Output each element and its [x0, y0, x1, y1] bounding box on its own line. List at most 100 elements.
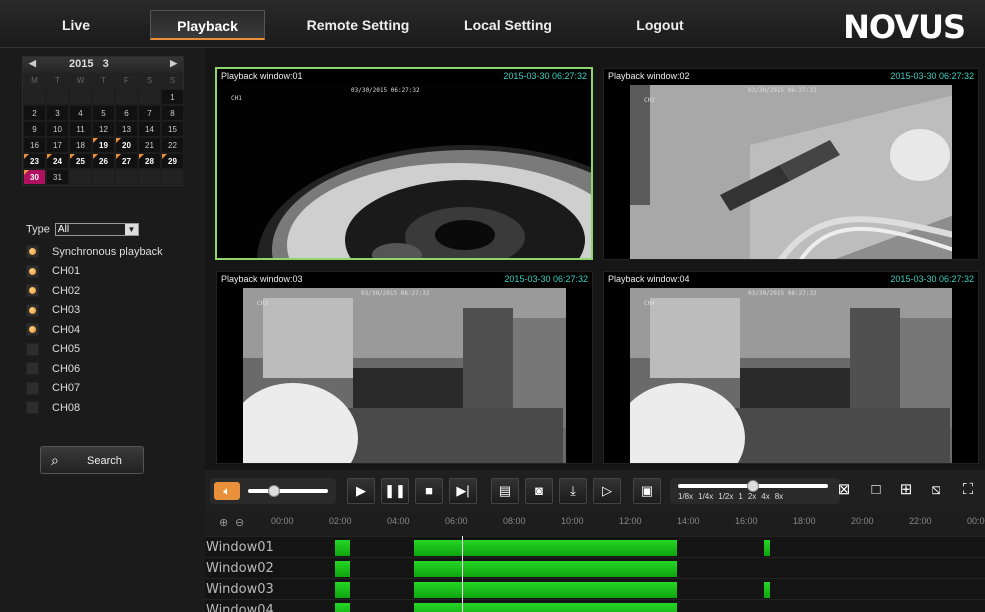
calendar-day[interactable]: 29: [161, 153, 184, 169]
playback-window-2[interactable]: Playback window:02 2015-03-30 06:27:32 0…: [603, 68, 979, 260]
tab-live[interactable]: Live: [28, 10, 124, 40]
snapshot-icon[interactable]: ◙: [525, 478, 553, 504]
calendar-day[interactable]: 21: [138, 137, 161, 153]
record-segment[interactable]: [764, 582, 771, 598]
calendar-day[interactable]: 12: [92, 121, 115, 137]
checkbox[interactable]: [26, 381, 39, 395]
channel-option[interactable]: CH08: [26, 398, 163, 418]
volume-slider-knob[interactable]: [268, 485, 281, 497]
fullscreen-icon[interactable]: ⛶: [957, 480, 979, 502]
tab-playback[interactable]: Playback: [150, 10, 265, 40]
record-segment[interactable]: [413, 540, 678, 556]
checkbox[interactable]: [26, 342, 39, 356]
calendar-day[interactable]: 19: [92, 137, 115, 153]
checkbox[interactable]: [26, 245, 39, 259]
layout-4-icon[interactable]: ⊞: [895, 480, 917, 502]
step-forward-icon[interactable]: ▶|: [449, 478, 477, 504]
calendar-day[interactable]: 3: [46, 105, 69, 121]
close-all-windows-icon[interactable]: ⊠: [833, 480, 855, 502]
speed-option[interactable]: 1/8x: [678, 492, 693, 501]
zoom-in-icon[interactable]: ⊕: [219, 516, 228, 529]
speed-option[interactable]: 1/4x: [698, 492, 713, 501]
calendar-day[interactable]: 31: [46, 169, 69, 185]
fullscreen-window-icon[interactable]: ▣: [633, 478, 661, 504]
calendar-day[interactable]: 9: [23, 121, 46, 137]
calendar-day[interactable]: 28: [138, 153, 161, 169]
volume-slider-track[interactable]: [248, 489, 328, 493]
channel-option[interactable]: CH02: [26, 281, 163, 301]
timeline[interactable]: ⊕ ⊖ 00:00 02:00 04:00 06:00 08:00 10:00 12:00 1…: [205, 510, 985, 612]
speed-option[interactable]: 1/2x: [718, 492, 733, 501]
tab-local-setting[interactable]: Local Setting: [448, 10, 568, 40]
speed-slider-knob[interactable]: [747, 480, 759, 492]
speed-option[interactable]: 1: [738, 492, 742, 501]
checkbox[interactable]: [26, 284, 39, 298]
record-segment[interactable]: [413, 561, 678, 577]
calendar-day[interactable]: 10: [46, 121, 69, 137]
calendar-day[interactable]: 8: [161, 105, 184, 121]
calendar-day[interactable]: 18: [69, 137, 92, 153]
triangle-left-icon[interactable]: ◀: [29, 58, 36, 69]
checkbox[interactable]: [26, 264, 39, 278]
calendar-day[interactable]: 16: [23, 137, 46, 153]
tab-remote-setting[interactable]: Remote Setting: [296, 10, 420, 40]
timeline-row[interactable]: Window02: [205, 557, 985, 578]
record-segment[interactable]: [335, 561, 350, 577]
checkbox[interactable]: [26, 401, 39, 415]
timeline-row[interactable]: Window04: [205, 599, 985, 612]
calendar-day[interactable]: 17: [46, 137, 69, 153]
record-segment[interactable]: [413, 582, 678, 598]
type-select[interactable]: All ▼: [54, 223, 139, 236]
timeline-row[interactable]: Window03: [205, 578, 985, 599]
calendar-day[interactable]: 24: [46, 153, 69, 169]
record-segment[interactable]: [335, 603, 350, 612]
record-segment[interactable]: [413, 603, 678, 612]
timeline-cursor[interactable]: [462, 536, 463, 612]
zoom-out-icon[interactable]: ⊖: [235, 516, 244, 529]
calendar-day[interactable]: 20: [115, 137, 138, 153]
clip-icon[interactable]: ▤: [491, 478, 519, 504]
calendar-day[interactable]: 25: [69, 153, 92, 169]
channel-option[interactable]: CH05: [26, 340, 163, 360]
sync-playback-option[interactable]: Synchronous playback: [26, 242, 163, 262]
channel-option[interactable]: CH03: [26, 301, 163, 321]
stop-icon[interactable]: ■: [415, 478, 443, 504]
play-icon[interactable]: ▶: [347, 478, 375, 504]
calendar-day[interactable]: 22: [161, 137, 184, 153]
calendar-day[interactable]: 11: [69, 121, 92, 137]
download-icon[interactable]: ⤓: [559, 478, 587, 504]
calendar-day[interactable]: 4: [69, 105, 92, 121]
pause-icon[interactable]: ❚❚: [381, 478, 409, 504]
layout-1-icon[interactable]: □: [865, 480, 887, 502]
calendar-day[interactable]: 6: [115, 105, 138, 121]
calendar-day[interactable]: 27: [115, 153, 138, 169]
checkbox[interactable]: [26, 362, 39, 376]
calendar-day[interactable]: 13: [115, 121, 138, 137]
timeline-row[interactable]: Window01: [205, 536, 985, 557]
search-button[interactable]: ⌕ Search: [40, 446, 144, 474]
checkbox[interactable]: [26, 303, 39, 317]
channel-option[interactable]: CH07: [26, 379, 163, 399]
record-segment[interactable]: [335, 540, 350, 556]
calendar-day[interactable]: 1: [161, 89, 184, 105]
calendar-day[interactable]: 30: [23, 169, 46, 185]
calendar-day[interactable]: 23: [23, 153, 46, 169]
channel-option[interactable]: CH01: [26, 262, 163, 282]
calendar-day[interactable]: 2: [23, 105, 46, 121]
calendar-day[interactable]: 7: [138, 105, 161, 121]
calendar-day[interactable]: 26: [92, 153, 115, 169]
channel-option[interactable]: CH06: [26, 359, 163, 379]
speaker-icon[interactable]: 🔈︎: [214, 482, 240, 500]
speed-option[interactable]: 2x: [748, 492, 756, 501]
record-segment[interactable]: [764, 540, 771, 556]
tab-logout[interactable]: Logout: [612, 10, 708, 40]
playback-window-3[interactable]: Playback window:03 2015-03-30 06:27:32 0…: [216, 271, 593, 464]
speed-option[interactable]: 8x: [775, 492, 783, 501]
next-frame-icon[interactable]: ▷: [593, 478, 621, 504]
checkbox[interactable]: [26, 323, 39, 337]
calendar-day[interactable]: 15: [161, 121, 184, 137]
triangle-right-icon[interactable]: ▶: [170, 58, 177, 69]
calendar-day[interactable]: 5: [92, 105, 115, 121]
playback-window-4[interactable]: Playback window:04 2015-03-30 06:27:32 0…: [603, 271, 979, 464]
layout-custom-icon[interactable]: ⧅: [925, 480, 947, 502]
